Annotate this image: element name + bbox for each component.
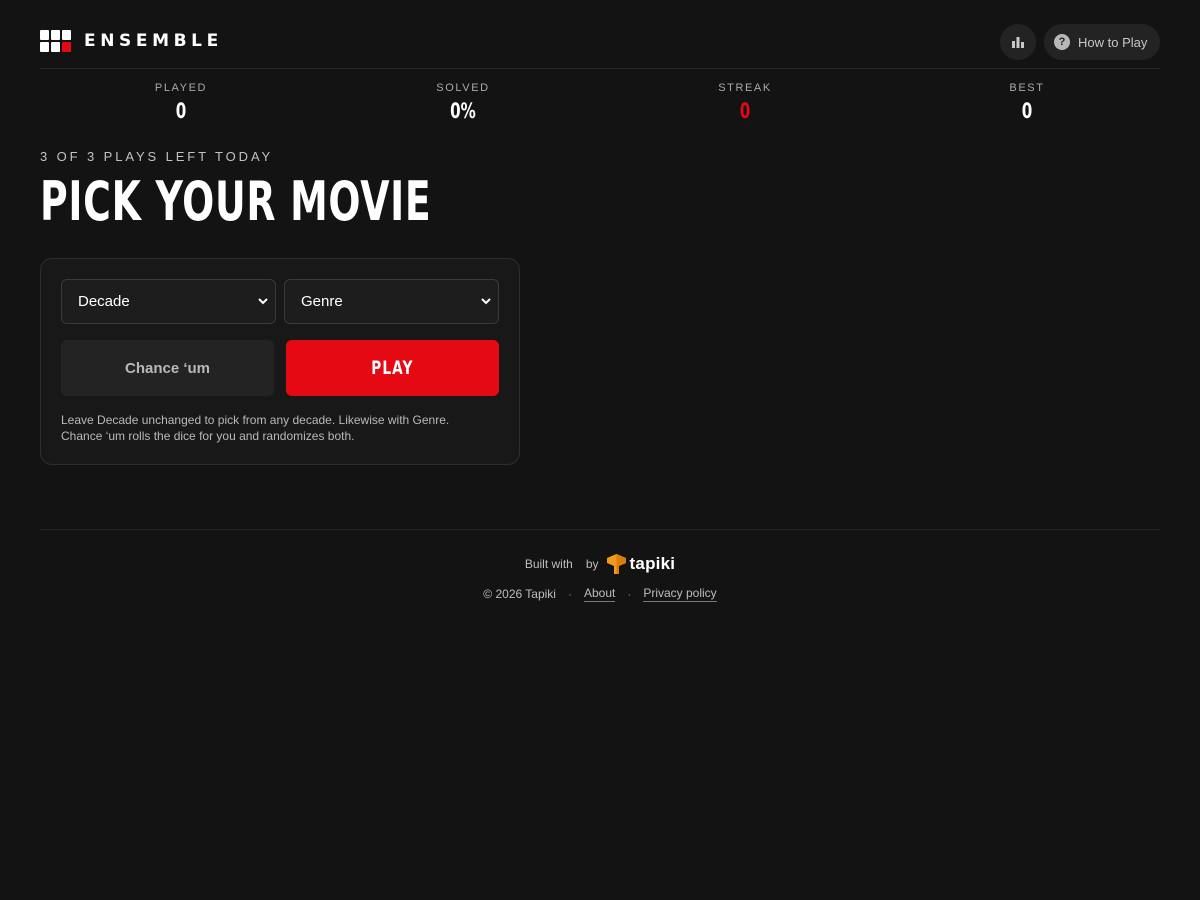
question-circle-icon: ? bbox=[1054, 34, 1070, 50]
stats-button[interactable] bbox=[1000, 24, 1036, 60]
header: ENSEMBLE ? How to Play bbox=[40, 24, 1160, 60]
bar-chart-icon bbox=[1012, 37, 1024, 48]
privacy-policy-link[interactable]: Privacy policy bbox=[643, 586, 717, 602]
tapiki-wordmark: tapiki bbox=[629, 554, 676, 573]
footer-links: © 2026 Tapiki · About · Privacy policy bbox=[0, 585, 1200, 603]
decade-select-value: Decade bbox=[78, 293, 130, 310]
stat-value: 0 bbox=[175, 99, 187, 123]
built-with-text: Built with bbox=[524, 557, 573, 571]
helper-line: Chance ‘um rolls the dice for you and ra… bbox=[61, 429, 355, 443]
footer-separator: · bbox=[567, 587, 572, 601]
picker-helper-text: Leave Decade unchanged to pick from any … bbox=[61, 412, 501, 444]
chance-um-label: Chance ‘um bbox=[124, 359, 211, 377]
tapiki-logo-icon bbox=[606, 554, 626, 574]
copyright-text: © 2026 Tapiki bbox=[483, 587, 556, 601]
stat-best: BEST 0 bbox=[886, 82, 1168, 126]
footer-separator: · bbox=[627, 587, 632, 601]
stat-label: SOLVED bbox=[436, 82, 490, 94]
chevron-down-icon bbox=[258, 298, 268, 305]
brand-name: ENSEMBLE bbox=[84, 31, 223, 51]
tapiki-link[interactable]: tapiki bbox=[606, 554, 676, 574]
how-to-play-label: How to Play bbox=[1078, 34, 1148, 50]
movie-picker-card: Decade Genre Chance ‘um PLAY Leave Decad… bbox=[40, 258, 520, 465]
stat-solved: SOLVED 0% bbox=[322, 82, 604, 126]
how-to-play-button[interactable]: ? How to Play bbox=[1044, 24, 1160, 60]
stat-label: BEST bbox=[1009, 82, 1045, 94]
decade-select[interactable]: Decade bbox=[61, 279, 276, 324]
stat-value: 0 bbox=[739, 99, 751, 123]
stat-streak: STREAK 0 bbox=[604, 82, 886, 126]
stat-value: 0% bbox=[450, 99, 476, 123]
built-with-line: Built with by tapiki bbox=[0, 552, 1200, 576]
about-link[interactable]: About bbox=[583, 586, 616, 602]
by-text: by bbox=[585, 557, 599, 571]
page-title: PICK YOUR MOVIE bbox=[40, 170, 432, 233]
stats-row: PLAYED 0 SOLVED 0% STREAK 0 BEST 0 bbox=[40, 82, 1168, 126]
footer-divider bbox=[40, 529, 1160, 530]
helper-line: Leave Decade unchanged to pick from any … bbox=[61, 413, 450, 427]
chevron-down-icon bbox=[481, 298, 491, 305]
stat-label: PLAYED bbox=[154, 82, 208, 94]
stat-value: 0 bbox=[1021, 99, 1033, 123]
stat-label: STREAK bbox=[718, 82, 772, 94]
ensemble-logo[interactable]: ENSEMBLE bbox=[40, 30, 223, 52]
header-divider bbox=[40, 68, 1160, 69]
stat-played: PLAYED 0 bbox=[40, 82, 322, 126]
genre-select[interactable]: Genre bbox=[284, 279, 499, 324]
plays-left-text: 3 OF 3 PLAYS LEFT TODAY bbox=[40, 149, 274, 164]
play-button[interactable]: PLAY bbox=[286, 340, 499, 396]
play-label: PLAY bbox=[371, 357, 414, 379]
logo-grid-icon bbox=[40, 30, 71, 52]
chance-um-button[interactable]: Chance ‘um bbox=[61, 340, 274, 396]
genre-select-value: Genre bbox=[301, 293, 343, 310]
